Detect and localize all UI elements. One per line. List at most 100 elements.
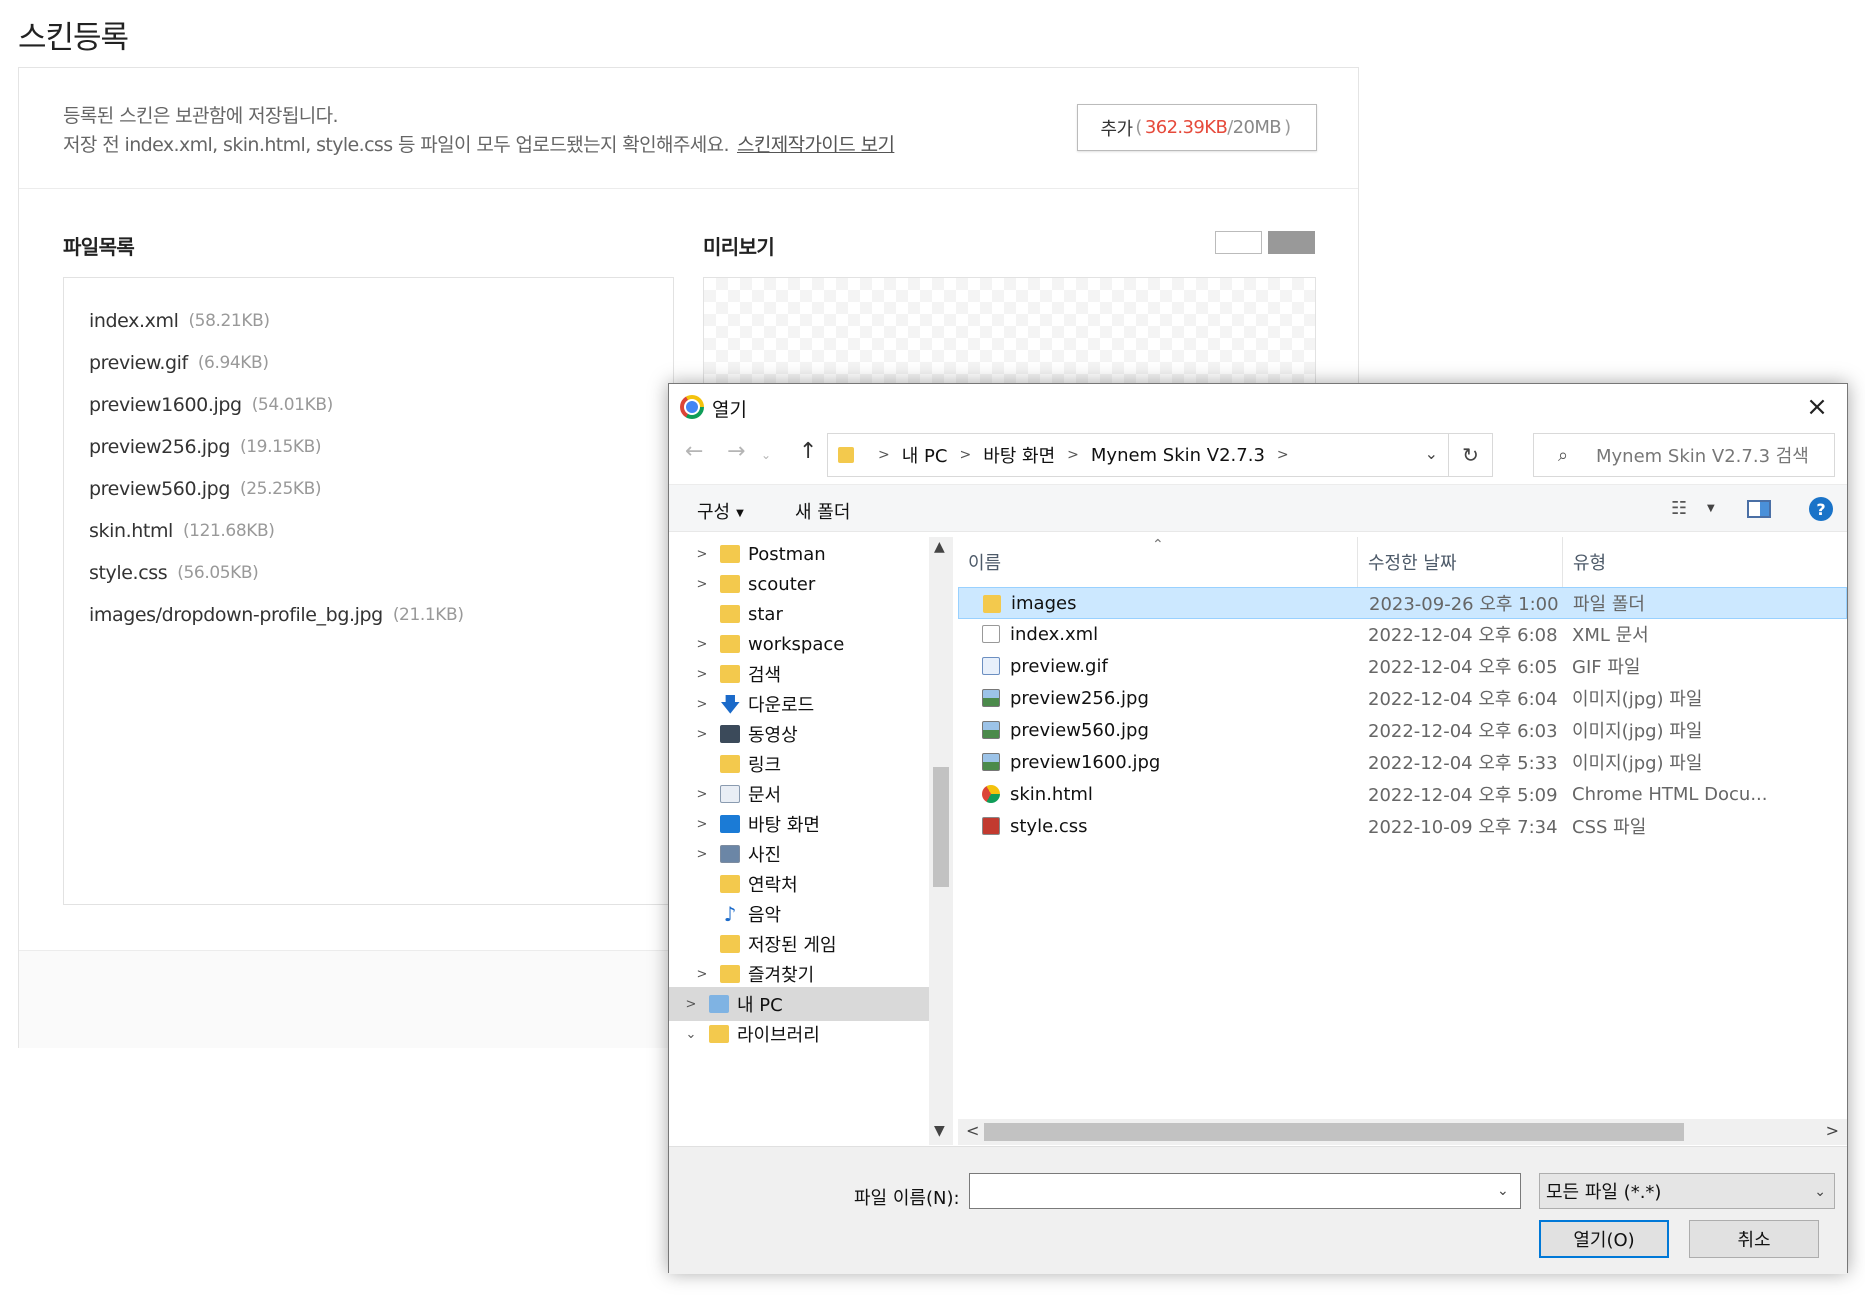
file-row[interactable]: skin.html 2022-12-04 오후 5:09 Chrome HTML D… bbox=[958, 778, 1847, 810]
file-row[interactable]: images 2023-09-26 오후 1:00 파일 폴더 bbox=[958, 587, 1847, 619]
file-row[interactable]: preview560.jpg 2022-12-04 오후 6:03 이미지(jpg)… bbox=[958, 714, 1847, 746]
chevron-right-icon[interactable]: > bbox=[692, 967, 712, 982]
chevron-right-icon[interactable]: > bbox=[692, 817, 712, 832]
file-row-date: 2023-09-26 오후 1:00 bbox=[1369, 594, 1559, 615]
scroll-left-icon[interactable]: < bbox=[966, 1121, 979, 1140]
chevron-right-icon[interactable]: > bbox=[692, 547, 712, 562]
nav-item-my-pc[interactable]: > 내 PC bbox=[669, 987, 929, 1021]
chevron-right-icon[interactable]: > bbox=[681, 997, 701, 1012]
caret-down-icon[interactable]: ▼ bbox=[1707, 503, 1715, 514]
file-row[interactable]: style.css 2022-10-09 오후 7:34 CSS 파일 bbox=[958, 810, 1847, 842]
breadcrumb-my-pc[interactable]: 내 PC bbox=[902, 442, 948, 468]
file-row-date: 2022-12-04 오후 5:33 bbox=[1368, 753, 1558, 774]
breadcrumb-chevron-icon[interactable]: > bbox=[1067, 447, 1079, 463]
organize-button[interactable]: 구성 ▼ bbox=[697, 498, 744, 524]
nav-item-desktop[interactable]: > 바탕 화면 bbox=[669, 807, 929, 841]
preview-bg-gray-toggle[interactable] bbox=[1268, 231, 1315, 254]
new-folder-button[interactable]: 새 폴더 bbox=[795, 498, 850, 524]
nav-item-postman[interactable]: > Postman bbox=[669, 537, 929, 571]
nav-item-documents[interactable]: > 문서 bbox=[669, 777, 929, 811]
horizontal-scrollbar[interactable]: < > bbox=[958, 1119, 1847, 1145]
chevron-right-icon[interactable]: > bbox=[692, 667, 712, 682]
column-header-type[interactable]: 유형 bbox=[1563, 537, 1763, 587]
scrollbar-thumb[interactable] bbox=[984, 1123, 1684, 1141]
nav-item-star[interactable]: star bbox=[669, 597, 929, 631]
desktop-icon bbox=[720, 815, 740, 833]
file-size: (54.01KB) bbox=[251, 395, 334, 415]
scroll-down-icon[interactable]: ▼ bbox=[934, 1123, 945, 1139]
file-row-name: preview1600.jpg bbox=[1010, 751, 1161, 773]
nav-item-scouter[interactable]: > scouter bbox=[669, 567, 929, 601]
nav-item-videos[interactable]: > 동영상 bbox=[669, 717, 929, 751]
file-row-date: 2022-12-04 오후 6:08 bbox=[1368, 625, 1558, 646]
address-bar[interactable]: > 내 PC > 바탕 화면 > Mynem Skin V2.7.3 > ⌄ bbox=[827, 433, 1449, 477]
chevron-down-icon[interactable]: ⌄ bbox=[1425, 444, 1438, 463]
breadcrumb-chevron-icon[interactable]: > bbox=[959, 447, 971, 463]
cancel-button[interactable]: 취소 bbox=[1689, 1220, 1819, 1258]
chevron-right-icon[interactable]: > bbox=[692, 787, 712, 802]
nav-item-label: 사진 bbox=[748, 845, 782, 866]
nav-item-favorites[interactable]: > 즐겨찾기 bbox=[669, 957, 929, 991]
breadcrumb-chevron-icon[interactable]: > bbox=[1277, 447, 1289, 463]
file-row-type: GIF 파일 bbox=[1572, 657, 1641, 678]
chevron-right-icon[interactable]: > bbox=[692, 727, 712, 742]
image-file-icon bbox=[982, 689, 1000, 707]
preview-pane-icon[interactable] bbox=[1747, 500, 1771, 518]
back-arrow-icon[interactable]: ← bbox=[685, 439, 703, 464]
preview-bg-white-toggle[interactable] bbox=[1215, 231, 1262, 254]
file-row[interactable]: index.xml 2022-12-04 오후 6:08 XML 문서 bbox=[958, 618, 1847, 650]
open-button[interactable]: 열기(O) bbox=[1539, 1220, 1669, 1258]
file-row-type: 파일 폴더 bbox=[1573, 594, 1645, 615]
refresh-icon[interactable]: ↻ bbox=[1449, 433, 1493, 477]
chevron-down-icon[interactable]: ⌄ bbox=[1497, 1183, 1509, 1199]
search-folder-icon bbox=[720, 665, 740, 683]
column-header-date[interactable]: 수정한 날짜 bbox=[1358, 537, 1563, 587]
chevron-right-icon[interactable]: > bbox=[692, 847, 712, 862]
file-row[interactable]: preview256.jpg 2022-12-04 오후 6:04 이미지(jpg)… bbox=[958, 682, 1847, 714]
skin-guide-link[interactable]: 스킨제작가이드 보기 bbox=[737, 134, 895, 156]
breadcrumb-current-folder[interactable]: Mynem Skin V2.7.3 bbox=[1091, 445, 1265, 466]
preview-title: 미리보기 bbox=[703, 235, 775, 259]
help-icon[interactable]: ? bbox=[1809, 497, 1833, 521]
folder-icon bbox=[720, 605, 740, 623]
nav-item-label: 동영상 bbox=[748, 725, 798, 746]
file-row[interactable]: preview1600.jpg 2022-12-04 오후 5:33 이미지(jpg… bbox=[958, 746, 1847, 778]
file-type-filter-select[interactable]: 모든 파일 (*.*) ⌄ bbox=[1539, 1173, 1835, 1209]
file-size: (25.25KB) bbox=[240, 479, 322, 499]
saved-games-icon bbox=[720, 935, 740, 953]
scrollbar-thumb[interactable] bbox=[933, 767, 949, 887]
nav-item-label: scouter bbox=[748, 573, 816, 595]
up-arrow-icon[interactable]: ↑ bbox=[799, 439, 817, 464]
chevron-down-icon[interactable]: ⌄ bbox=[681, 1027, 701, 1042]
nav-item-saved-games[interactable]: 저장된 게임 bbox=[669, 927, 929, 961]
file-row[interactable]: preview.gif 2022-12-04 오후 6:05 GIF 파일 bbox=[958, 650, 1847, 682]
view-options-icon[interactable]: ☷ bbox=[1671, 498, 1687, 519]
nav-item-contacts[interactable]: 연락처 bbox=[669, 867, 929, 901]
file-type-filter-value: 모든 파일 (*.*) bbox=[1546, 1182, 1662, 1203]
chrome-icon bbox=[982, 785, 1000, 803]
add-file-button[interactable]: 추가 ( 362.39KB / 20MB ) bbox=[1077, 104, 1317, 151]
breadcrumb-desktop[interactable]: 바탕 화면 bbox=[983, 442, 1055, 468]
filename-input[interactable] bbox=[969, 1173, 1521, 1209]
download-icon: 🡇 bbox=[720, 692, 741, 716]
scroll-right-icon[interactable]: > bbox=[1826, 1121, 1839, 1140]
chevron-right-icon[interactable]: > bbox=[692, 637, 712, 652]
breadcrumb-chevron-icon[interactable]: > bbox=[878, 447, 890, 463]
nav-item-music[interactable]: ♪ 음악 bbox=[669, 897, 929, 931]
nav-item-libraries[interactable]: ⌄ 라이브러리 bbox=[669, 1017, 929, 1051]
nav-item-search[interactable]: > 검색 bbox=[669, 657, 929, 691]
nav-item-pictures[interactable]: > 사진 bbox=[669, 837, 929, 871]
search-input[interactable]: ⌕ Mynem Skin V2.7.3 검색 bbox=[1533, 433, 1835, 477]
chrome-icon bbox=[680, 395, 704, 419]
recent-locations-chevron-icon[interactable]: ⌄ bbox=[761, 448, 771, 462]
scroll-up-icon[interactable]: ▲ bbox=[934, 539, 945, 555]
close-icon[interactable]: × bbox=[1797, 390, 1837, 424]
forward-arrow-icon[interactable]: → bbox=[727, 439, 745, 464]
nav-item-workspace[interactable]: > workspace bbox=[669, 627, 929, 661]
chevron-right-icon[interactable]: > bbox=[692, 697, 712, 712]
file-size: (58.21KB) bbox=[188, 311, 270, 331]
navigation-scrollbar[interactable]: ▲ ▼ bbox=[929, 537, 953, 1145]
chevron-right-icon[interactable]: > bbox=[692, 577, 712, 592]
nav-item-downloads[interactable]: > 🡇 다운로드 bbox=[669, 687, 929, 721]
nav-item-links[interactable]: 링크 bbox=[669, 747, 929, 781]
